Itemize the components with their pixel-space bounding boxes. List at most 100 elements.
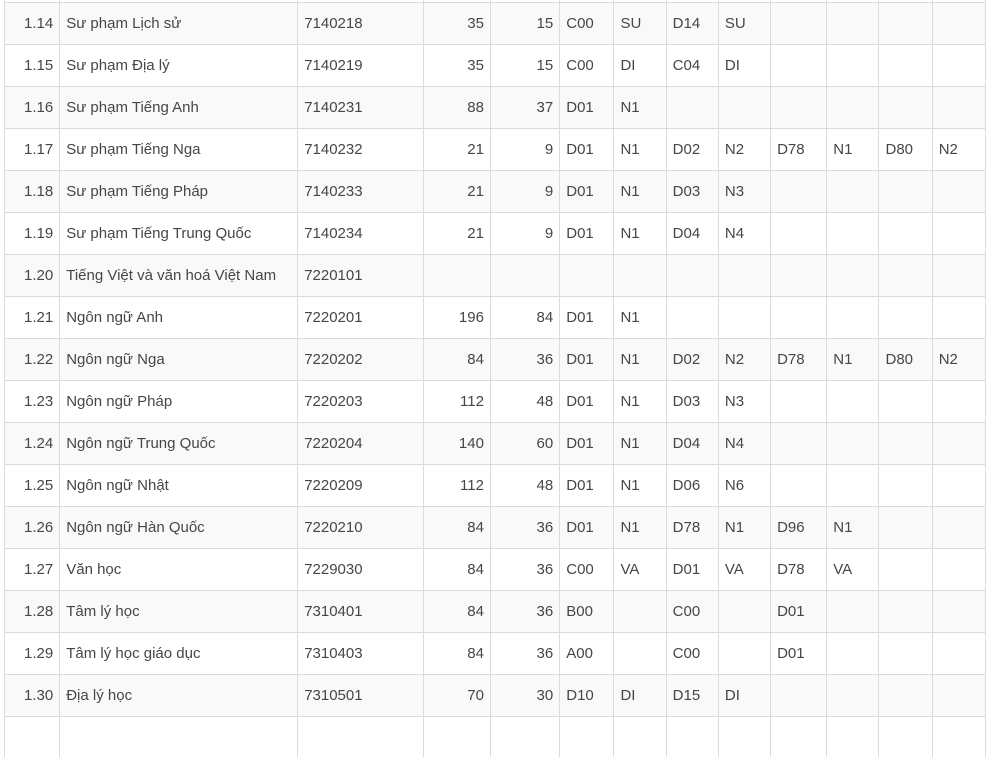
majors-table: 1.14 Sư phạm Lịch sử 7140218 35 15 C00 SU D14 SU… bbox=[3, 0, 986, 757]
cell-subject-3: N1 bbox=[826, 506, 880, 549]
cell-subject-3 bbox=[826, 170, 880, 213]
cell-subject-1: N1 bbox=[613, 338, 667, 381]
table-row: 1.18 Sư phạm Tiếng Pháp 7140233 21 9 D01 N1 D03… bbox=[3, 170, 986, 213]
cell-index: 1.25 bbox=[3, 464, 61, 507]
cell-subject-4 bbox=[931, 422, 986, 465]
cell-subject-3 bbox=[826, 86, 880, 129]
cell-block-3 bbox=[770, 254, 828, 297]
cell-block-3: D78 bbox=[770, 128, 828, 171]
cell-major-code: 7310501 bbox=[297, 674, 424, 717]
cell-index: 1.26 bbox=[3, 506, 61, 549]
cell-block-4 bbox=[878, 464, 933, 507]
cell-subject-1 bbox=[613, 254, 667, 297]
cell-block-2: D03 bbox=[665, 170, 719, 213]
cell-major-code: 7140231 bbox=[297, 86, 424, 129]
cell-major-code: 7140233 bbox=[297, 170, 424, 213]
cell-major-name: Sư phạm Tiếng Anh bbox=[59, 86, 299, 129]
cell-subject-3 bbox=[826, 674, 880, 717]
cell-block-1: C00 bbox=[559, 44, 615, 87]
cell-block-4 bbox=[878, 380, 933, 423]
cell-subject-2: N6 bbox=[717, 464, 772, 507]
cell-block-1: D10 bbox=[559, 674, 615, 717]
cell-major-code: 7140234 bbox=[297, 212, 424, 255]
cell-major-code: 7220201 bbox=[297, 296, 424, 339]
cell-subject-4 bbox=[931, 2, 986, 45]
cell-subject-1: N1 bbox=[613, 128, 667, 171]
table-row: 1.21 Ngôn ngữ Anh 7220201 196 84 D01 N1 bbox=[3, 296, 986, 339]
cell-block-4 bbox=[878, 86, 933, 129]
cell-target: 9 bbox=[489, 128, 561, 171]
cell-block-2: C00 bbox=[665, 590, 719, 633]
table-row: 1.27 Văn học 7229030 84 36 C00 VA D01 VA D78 VA bbox=[3, 548, 986, 591]
table-row: 1.14 Sư phạm Lịch sử 7140218 35 15 C00 SU D14 SU bbox=[3, 2, 986, 45]
table-row: 1.19 Sư phạm Tiếng Trung Quốc 7140234 21 9 D0… bbox=[3, 212, 986, 255]
cell-block-1: B00 bbox=[559, 590, 615, 633]
cell-index: 1.19 bbox=[3, 212, 61, 255]
cell-subject-1: N1 bbox=[613, 506, 667, 549]
cell-subject-2: N4 bbox=[717, 422, 772, 465]
cell-subject-4 bbox=[931, 716, 986, 757]
cell-subject-1: DI bbox=[613, 674, 667, 717]
cell-subject-4 bbox=[931, 380, 986, 423]
cell-quota: 84 bbox=[422, 590, 491, 633]
cell-block-2: D02 bbox=[665, 338, 719, 381]
cell-block-3: D01 bbox=[770, 590, 828, 633]
table-row: 1.17 Sư phạm Tiếng Nga 7140232 21 9 D01 N1 D02 N… bbox=[3, 128, 986, 171]
cell-subject-2: DI bbox=[717, 44, 772, 87]
cell-major-code: 7140218 bbox=[297, 2, 424, 45]
cell-index: 1.15 bbox=[3, 44, 61, 87]
cell-subject-2: N4 bbox=[717, 212, 772, 255]
cell-index: 1.21 bbox=[3, 296, 61, 339]
cell-block-2 bbox=[665, 296, 719, 339]
cell-subject-4 bbox=[931, 86, 986, 129]
table-scroll-container[interactable]: 1.14 Sư phạm Lịch sử 7140218 35 15 C00 SU D14 SU… bbox=[0, 0, 986, 757]
cell-block-4 bbox=[878, 506, 933, 549]
cell-quota: 35 bbox=[422, 44, 491, 87]
cell-subject-4 bbox=[931, 548, 986, 591]
cell-block-2 bbox=[665, 86, 719, 129]
cell-major-name: Ngôn ngữ Pháp bbox=[59, 380, 299, 423]
cell-quota: 21 bbox=[422, 170, 491, 213]
cell-block-2: D01 bbox=[665, 548, 719, 591]
table-row: 1.26 Ngôn ngữ Hàn Quốc 7220210 84 36 D01 N1 D78… bbox=[3, 506, 986, 549]
cell-target: 36 bbox=[489, 506, 561, 549]
cell-major-name: Sư phạm Tiếng Pháp bbox=[59, 170, 299, 213]
cell-subject-3 bbox=[826, 296, 880, 339]
cell-quota: 21 bbox=[422, 128, 491, 171]
cell-quota: 196 bbox=[422, 296, 491, 339]
cell-subject-2 bbox=[717, 296, 772, 339]
cell-block-3: D78 bbox=[770, 338, 828, 381]
cell-quota: 84 bbox=[422, 506, 491, 549]
cell-major-code bbox=[297, 716, 424, 757]
cell-major-code: 7310403 bbox=[297, 632, 424, 675]
cell-block-4 bbox=[878, 632, 933, 675]
table-row: 1.15 Sư phạm Địa lý 7140219 35 15 C00 DI C04 DI bbox=[3, 44, 986, 87]
cell-quota: 112 bbox=[422, 380, 491, 423]
cell-subject-4 bbox=[931, 44, 986, 87]
cell-block-3 bbox=[770, 674, 828, 717]
cell-block-1: D01 bbox=[559, 422, 615, 465]
cell-major-name: Ngôn ngữ Hàn Quốc bbox=[59, 506, 299, 549]
cell-subject-3 bbox=[826, 380, 880, 423]
cell-index: 1.24 bbox=[3, 422, 61, 465]
cell-subject-1: N1 bbox=[613, 422, 667, 465]
table-body: 1.14 Sư phạm Lịch sử 7140218 35 15 C00 SU D14 SU… bbox=[3, 0, 986, 757]
cell-target: 48 bbox=[489, 380, 561, 423]
cell-major-name: Ngôn ngữ Trung Quốc bbox=[59, 422, 299, 465]
cell-major-name: Tâm lý học bbox=[59, 590, 299, 633]
cell-index: 1.29 bbox=[3, 632, 61, 675]
cell-major-code: 7229030 bbox=[297, 548, 424, 591]
cell-major-code: 7220204 bbox=[297, 422, 424, 465]
cell-block-3 bbox=[770, 44, 828, 87]
cell-block-4 bbox=[878, 674, 933, 717]
cell-major-code: 7220101 bbox=[297, 254, 424, 297]
cell-target: 84 bbox=[489, 296, 561, 339]
cell-block-2: D14 bbox=[665, 2, 719, 45]
cell-target: 37 bbox=[489, 86, 561, 129]
cell-major-name: Ngôn ngữ Nga bbox=[59, 338, 299, 381]
cell-subject-4 bbox=[931, 590, 986, 633]
cell-subject-2: N2 bbox=[717, 338, 772, 381]
cell-subject-2: N2 bbox=[717, 128, 772, 171]
cell-block-3 bbox=[770, 170, 828, 213]
cell-block-3 bbox=[770, 86, 828, 129]
